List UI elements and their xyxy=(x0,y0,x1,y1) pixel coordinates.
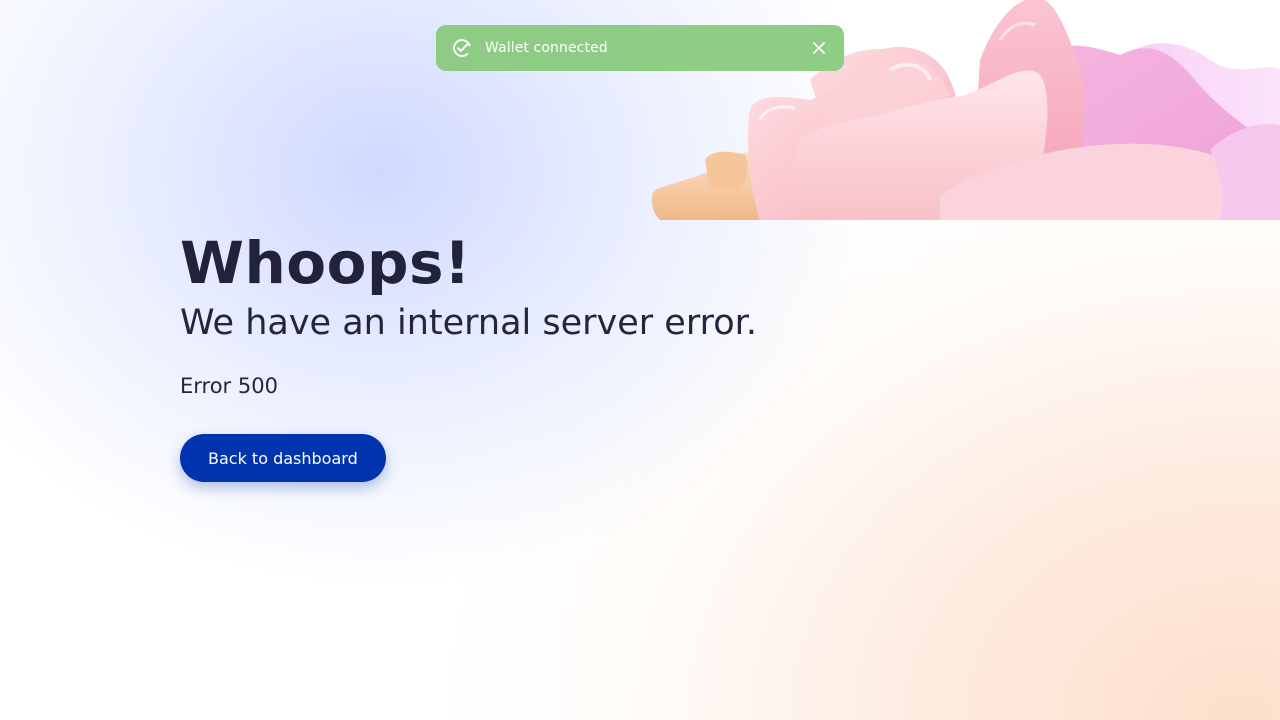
check-circle-icon xyxy=(452,38,472,58)
toast-message: Wallet connected xyxy=(485,40,608,56)
error-title: Whoops! xyxy=(180,229,471,297)
back-to-dashboard-button[interactable]: Back to dashboard xyxy=(180,434,386,482)
error-subtitle: We have an internal server error. xyxy=(180,303,757,343)
error-content: Whoops! We have an internal server error… xyxy=(180,226,757,482)
success-toast: Wallet connected xyxy=(436,25,844,71)
error-code: Error 500 xyxy=(180,374,278,398)
close-icon[interactable] xyxy=(810,39,828,57)
